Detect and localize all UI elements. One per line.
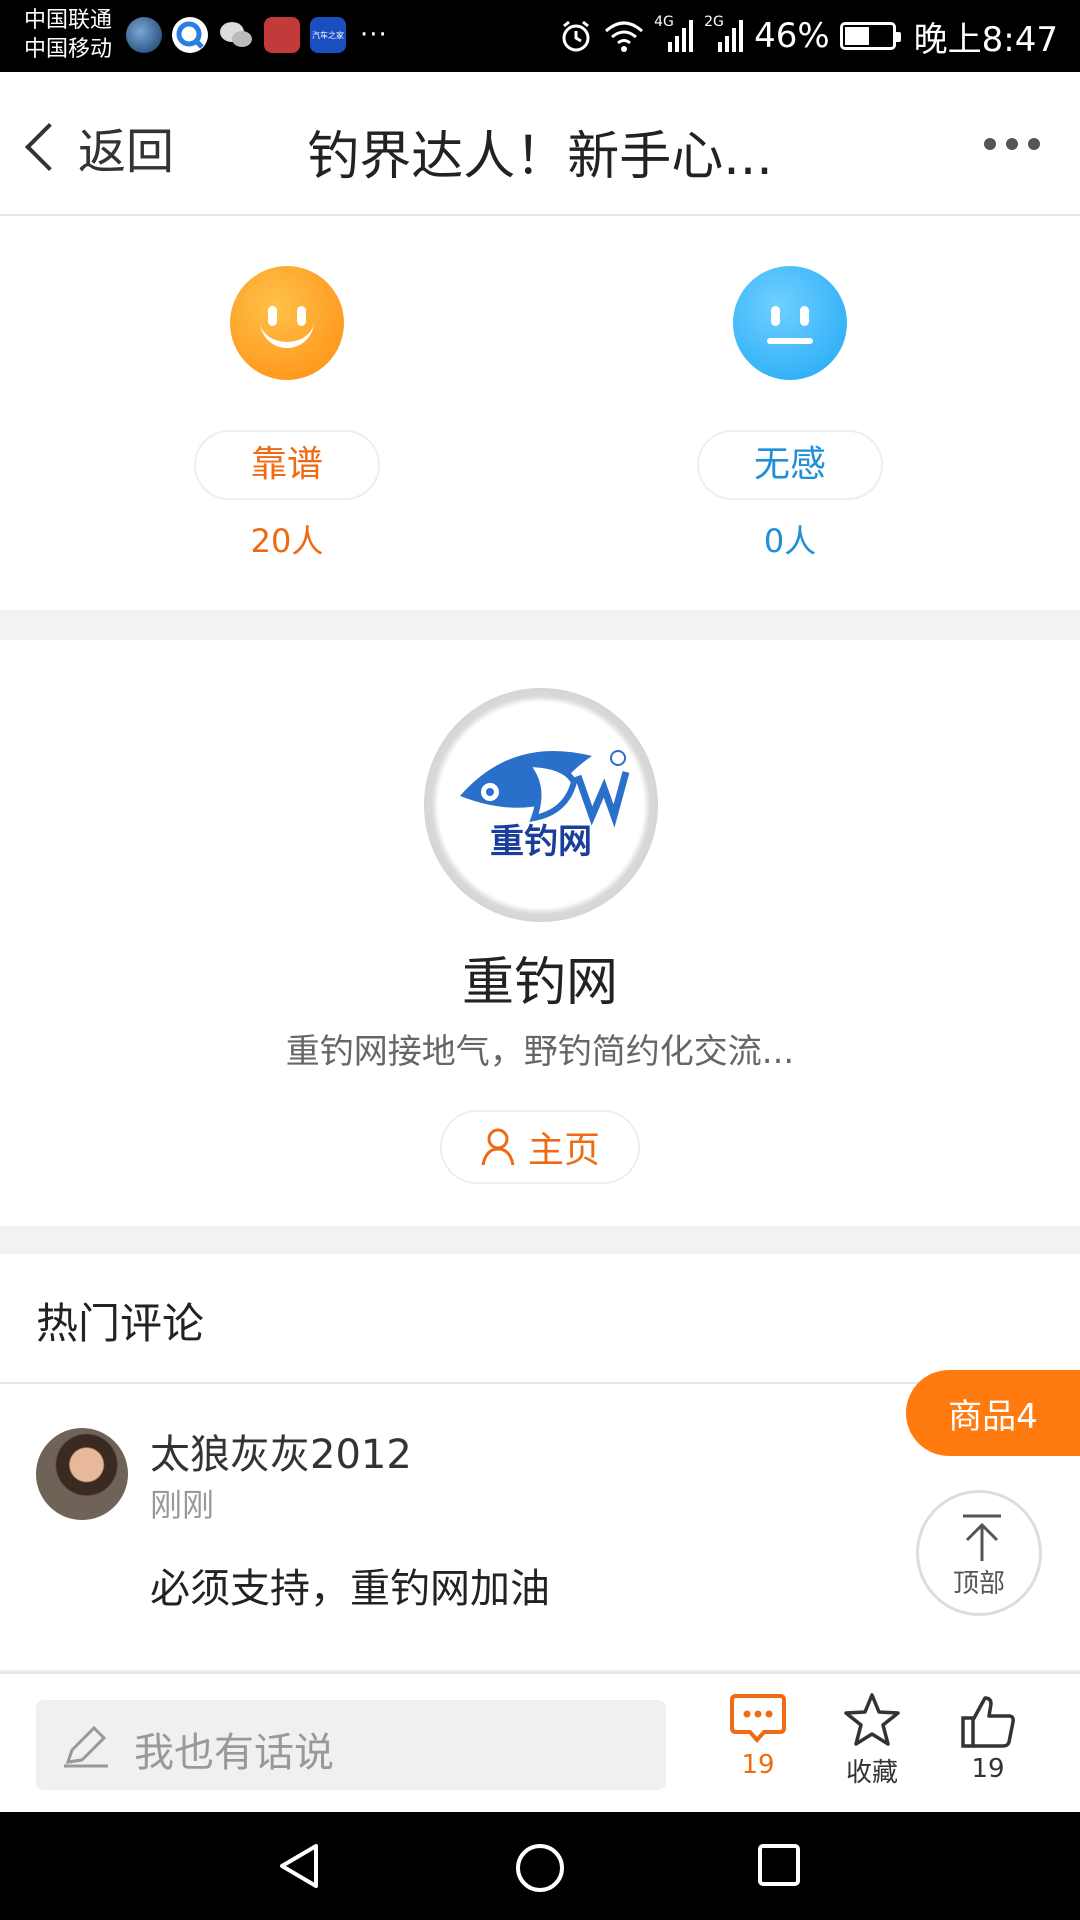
rating-neutral: 无感 0人 xyxy=(690,266,890,562)
browser-notification-icon xyxy=(172,17,208,53)
comment-input-placeholder: 我也有话说 xyxy=(134,1730,334,1776)
hot-comments-header: 热门评论 xyxy=(0,1254,1080,1384)
status-bar: 中国联通 中国移动 汽车之家 ··· 4G 2G 46% 晚上8:47 xyxy=(0,0,1080,72)
comment-text: 必须支持，重钓网加油 xyxy=(150,1566,550,1612)
comment-count: 19 xyxy=(741,1750,775,1780)
star-icon xyxy=(844,1693,900,1746)
bottom-action-bar: 我也有话说 19 收藏 19 xyxy=(0,1674,1080,1812)
comment-username[interactable]: 太狼灰灰2012 xyxy=(150,1422,412,1480)
back-to-top-button[interactable]: 顶部 xyxy=(916,1490,1042,1616)
rating-positive: 靠谱 20人 xyxy=(187,266,387,562)
battery-icon xyxy=(839,22,901,50)
favorite-label: 收藏 xyxy=(845,1758,898,1788)
carrier-1: 中国联通 xyxy=(24,8,113,33)
like-button[interactable]: 19 xyxy=(938,1692,1038,1784)
more-notifications: ··· xyxy=(360,20,388,50)
autohome-icon: 汽车之家 xyxy=(310,17,346,53)
author-logo[interactable]: 重钓网 xyxy=(424,688,658,922)
app-red-icon xyxy=(264,17,300,53)
like-count: 19 xyxy=(971,1754,1005,1784)
pencil-icon xyxy=(64,1725,108,1768)
comment-bubble-icon xyxy=(730,1694,786,1744)
user-icon xyxy=(481,1128,515,1166)
neutral-face-icon[interactable] xyxy=(733,266,847,380)
clock: 晚上8:47 xyxy=(913,19,1058,60)
wechat-icon xyxy=(218,17,254,53)
section-title: 热门评论 xyxy=(36,1299,205,1348)
comments-button[interactable]: 19 xyxy=(708,1692,808,1780)
wifi-icon xyxy=(605,21,644,52)
system-nav-bar xyxy=(0,1812,1080,1920)
reliable-count: 20人 xyxy=(250,522,324,560)
indifferent-count: 0人 xyxy=(763,522,817,560)
arrow-up-icon xyxy=(963,1514,1001,1561)
status-right: 4G 2G 46% 晚上8:47 xyxy=(558,0,1058,72)
author-name[interactable]: 重钓网 xyxy=(0,940,1080,1015)
carrier-info: 中国联通 中国移动 xyxy=(24,6,112,64)
fish-logo-icon xyxy=(460,750,630,828)
comment-time: 刚刚 xyxy=(150,1486,215,1524)
nav-home-icon[interactable] xyxy=(514,1842,566,1894)
back-to-top-label: 顶部 xyxy=(952,1569,1005,1599)
homepage-label: 主页 xyxy=(527,1130,600,1171)
smile-face-icon[interactable] xyxy=(230,266,344,380)
goods-button[interactable]: 商品4 xyxy=(906,1370,1080,1456)
favorite-button[interactable]: 收藏 xyxy=(822,1692,922,1789)
logo-text: 重钓网 xyxy=(490,822,592,862)
indifferent-button[interactable]: 无感 xyxy=(697,430,883,500)
author-card: 重钓网 重钓网 重钓网接地气，野钓简约化交流... 主页 xyxy=(0,640,1080,1226)
section-divider xyxy=(0,1226,1080,1254)
signal-2g-icon: 2G xyxy=(704,14,744,54)
homepage-button[interactable]: 主页 xyxy=(440,1110,640,1184)
nav-recent-apps-icon[interactable] xyxy=(756,1842,802,1888)
author-description: 重钓网接地气，野钓简约化交流... xyxy=(285,1032,795,1072)
signal-4g-icon: 4G xyxy=(654,14,694,54)
page-title: 钓界达人！新手心... xyxy=(307,127,773,187)
app-notification-icon xyxy=(126,17,162,53)
comment-input[interactable]: 我也有话说 xyxy=(36,1700,666,1790)
notification-icons: 汽车之家 ··· xyxy=(126,17,388,53)
battery-percent: 46% xyxy=(754,16,830,56)
more-dots-icon[interactable] xyxy=(984,138,1040,150)
rating-section: 靠谱 20人 无感 0人 xyxy=(0,218,1080,610)
avatar[interactable] xyxy=(36,1428,128,1520)
thumbs-up-icon xyxy=(961,1696,1015,1748)
carrier-2: 中国移动 xyxy=(24,37,113,62)
alarm-icon xyxy=(562,20,590,52)
top-nav: 返回 钓界达人！新手心... xyxy=(0,72,1080,216)
reliable-button[interactable]: 靠谱 xyxy=(194,430,380,500)
nav-back-icon[interactable] xyxy=(276,1842,322,1890)
section-divider xyxy=(0,610,1080,640)
